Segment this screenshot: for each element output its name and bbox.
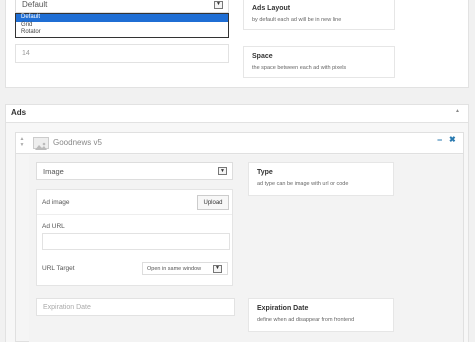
space-input-value: 14: [22, 50, 30, 57]
url-target-label: URL Target: [42, 265, 75, 272]
url-target-value: Open in same window: [147, 265, 202, 272]
ad-type-title: Type: [257, 169, 273, 176]
space-description: the space between each ad with pixels: [252, 65, 347, 71]
ad-type-info: Type ad type can be image with url or co…: [248, 162, 394, 196]
space-info: Space the space between each ad with pix…: [243, 46, 395, 78]
divider: [37, 214, 232, 215]
drag-handle-icon[interactable]: ▲ ▼: [18, 136, 26, 148]
dropdown-option-grid[interactable]: Grid: [16, 22, 228, 30]
image-thumbnail-icon: [33, 137, 49, 150]
dropdown-arrow-icon[interactable]: ▼: [214, 0, 223, 9]
ads-section-title: Ads: [11, 108, 27, 117]
space-title: Space: [252, 53, 273, 60]
ad-url-input[interactable]: [42, 233, 230, 250]
dropdown-arrow-icon[interactable]: ▼: [218, 167, 227, 175]
upload-button[interactable]: Upload: [197, 195, 229, 210]
dropdown-option-default[interactable]: Default: [16, 14, 228, 22]
ad-url-label: Ad URL: [42, 223, 65, 230]
dropdown-arrow-icon[interactable]: ▼: [213, 264, 222, 273]
collapse-icon[interactable]: ▲: [455, 108, 460, 114]
expiration-description: define when ad disappear from frontend: [257, 317, 355, 323]
expiration-title: Expiration Date: [257, 305, 309, 312]
expiration-date-input[interactable]: Expiration Date: [36, 298, 235, 316]
ads-layout-info: Ads Layout by default each ad will be in…: [243, 0, 395, 30]
ad-type-select-value: Image: [43, 166, 64, 176]
url-target-select[interactable]: Open in same window ▼: [142, 262, 228, 275]
ads-layout-description: by default each ad will be in new line: [252, 17, 342, 23]
expiration-info: Expiration Date define when ad disappear…: [248, 298, 394, 332]
ad-item-name: Goodnews v5: [53, 138, 102, 147]
expiration-date-placeholder: Expiration Date: [43, 303, 91, 311]
dropdown-option-rotator[interactable]: Rotator: [16, 29, 228, 37]
ads-section-header[interactable]: [5, 104, 469, 123]
space-input[interactable]: 14: [15, 44, 229, 63]
ads-layout-title: Ads Layout: [252, 5, 291, 12]
ad-type-select[interactable]: Image ▼: [36, 162, 233, 180]
ads-layout-select-value: Default: [22, 0, 48, 9]
ad-image-label: Ad image: [42, 199, 70, 206]
ad-type-description: ad type can be image with url or code: [257, 181, 349, 187]
ads-layout-select[interactable]: Default ▼: [15, 0, 229, 13]
minimize-icon[interactable]: −: [437, 135, 442, 145]
close-icon[interactable]: ✖: [449, 135, 456, 144]
ads-layout-dropdown-list: Default Grid Rotator: [15, 13, 229, 38]
